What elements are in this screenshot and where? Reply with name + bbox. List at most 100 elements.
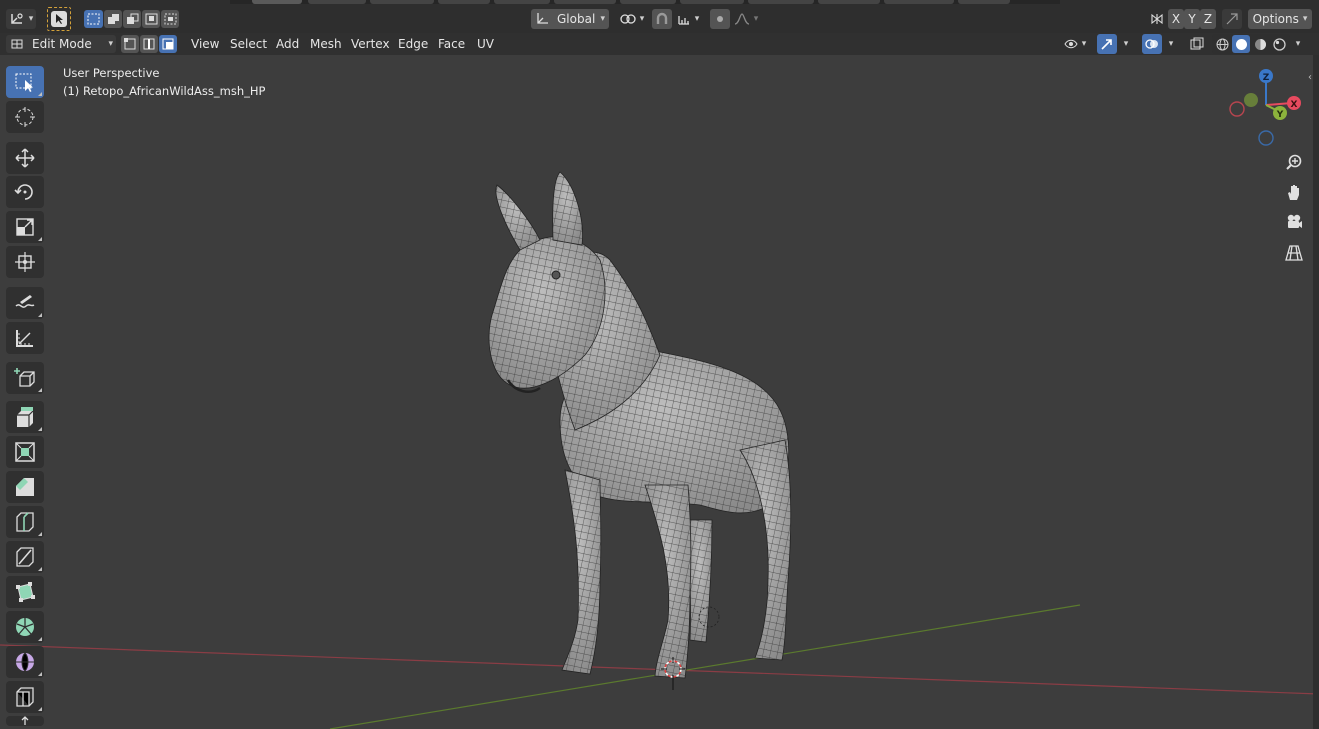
workspace-tab[interactable]	[438, 0, 490, 4]
transform-orientation-dropdown[interactable]: Global ▾	[531, 9, 609, 29]
edge-select-mode-button[interactable]	[140, 35, 158, 53]
select-intersect-icon	[164, 13, 176, 25]
material-shading-button[interactable]	[1251, 35, 1269, 53]
mirror-y-button[interactable]: Y	[1184, 9, 1200, 29]
snap-target-dropdown[interactable]: ▾	[673, 9, 703, 29]
overlays-dropdown[interactable]: ▾	[1163, 34, 1179, 54]
transform-orientation-label: Global	[557, 12, 596, 26]
mesh-object[interactable]	[488, 171, 792, 679]
loop-cut-tool[interactable]	[6, 506, 44, 538]
editor-type-button[interactable]: ▾	[6, 9, 36, 29]
crosshair-cursor-icon	[15, 107, 35, 127]
pivot-point-dropdown[interactable]: ▾	[617, 9, 647, 29]
move-arrows-icon	[15, 148, 35, 168]
bevel-tool[interactable]	[6, 471, 44, 503]
navigation-gizmo[interactable]: Z X Y	[1225, 65, 1305, 150]
zoom-button[interactable]	[1282, 150, 1306, 174]
vertex-select-mode-button[interactable]	[121, 35, 139, 53]
workspace-tab[interactable]	[818, 0, 880, 4]
menu-face[interactable]: Face	[434, 35, 469, 53]
chevron-left-icon[interactable]: ‹	[1308, 72, 1312, 83]
overlays-toggle[interactable]	[1142, 34, 1162, 54]
xray-toggle[interactable]	[1187, 34, 1207, 54]
menu-select[interactable]: Select	[226, 35, 271, 53]
measure-tool[interactable]	[6, 322, 44, 354]
select-invert-button[interactable]	[142, 10, 160, 28]
scale-tool[interactable]	[6, 211, 44, 243]
proportional-editing-toggle[interactable]	[710, 9, 730, 29]
active-object-label: (1) Retopo_AfricanWildAss_msh_HP	[63, 84, 266, 98]
menu-add[interactable]: Add	[272, 35, 303, 53]
transform-icon	[15, 252, 35, 272]
workspace-tab[interactable]	[620, 0, 676, 4]
transform-tool[interactable]	[6, 246, 44, 278]
workspace-tab[interactable]	[958, 0, 1010, 4]
gizmo-dropdown[interactable]: ▾	[1118, 34, 1134, 54]
move-tool[interactable]	[6, 142, 44, 174]
workspace-tab-active[interactable]	[252, 0, 302, 4]
bevel-icon	[16, 478, 34, 496]
pan-button[interactable]	[1282, 180, 1306, 204]
face-select-mode-button[interactable]	[159, 35, 177, 53]
shading-dropdown[interactable]: ▾	[1291, 34, 1305, 54]
falloff-dropdown[interactable]: ▾	[731, 9, 761, 29]
camera-view-button[interactable]	[1282, 210, 1306, 234]
options-label: Options	[1252, 12, 1299, 26]
smooth-tool[interactable]	[6, 646, 44, 678]
workspace-tab[interactable]	[748, 0, 814, 4]
chevron-down-icon: ▾	[639, 14, 645, 24]
mirror-z-button[interactable]: Z	[1200, 9, 1216, 29]
workspace-tab[interactable]	[370, 0, 434, 4]
rendered-shading-button[interactable]	[1270, 35, 1288, 53]
select-extend-button[interactable]	[104, 10, 122, 28]
3d-viewport[interactable]: User Perspective (1) Retopo_AfricanWildA…	[0, 55, 1319, 729]
menu-view[interactable]: View	[187, 35, 223, 53]
mode-dropdown[interactable]: Edit Mode ▾	[6, 35, 116, 53]
workspace-tab[interactable]	[884, 0, 954, 4]
mode-menu-bar: Edit Mode ▾ View Select Add Mesh Vertex …	[0, 33, 1319, 55]
menu-uv[interactable]: UV	[473, 35, 498, 53]
rotate-icon	[14, 184, 33, 200]
gizmo-toggle[interactable]	[1097, 34, 1117, 54]
cursor-tool[interactable]	[6, 101, 44, 133]
hand-icon	[1288, 185, 1299, 200]
workspace-tab[interactable]	[680, 0, 744, 4]
add-cube-tool[interactable]	[6, 362, 44, 394]
shrink-fatten-tool[interactable]	[6, 716, 44, 726]
poly-build-tool[interactable]	[6, 576, 44, 608]
poly-build-icon	[16, 582, 35, 602]
extrude-tool[interactable]	[6, 401, 44, 433]
select-subtract-button[interactable]	[123, 10, 141, 28]
workspace-tab[interactable]	[494, 0, 550, 4]
menu-edge[interactable]: Edge	[394, 35, 432, 53]
ortho-toggle-button[interactable]	[1282, 241, 1306, 265]
tool-variant-indicator	[38, 567, 42, 571]
eye-icon	[1064, 39, 1078, 49]
workspace-tab[interactable]	[554, 0, 616, 4]
mirror-toggle[interactable]	[1147, 9, 1167, 29]
edge-slide-tool[interactable]	[6, 681, 44, 713]
menu-vertex[interactable]: Vertex	[347, 35, 394, 53]
wireframe-shading-button[interactable]	[1213, 35, 1231, 53]
select-box-tool[interactable]	[6, 66, 44, 98]
workspace-tab[interactable]	[308, 0, 366, 4]
menu-mesh[interactable]: Mesh	[306, 35, 346, 53]
overlays-icon	[1145, 39, 1158, 49]
tool-variant-indicator	[38, 388, 42, 392]
inset-faces-tool[interactable]	[6, 436, 44, 468]
annotate-tool[interactable]	[6, 287, 44, 319]
options-dropdown[interactable]: Options ▾	[1248, 9, 1312, 29]
visibility-dropdown[interactable]: ▾	[1060, 34, 1090, 54]
view-name-label: User Perspective	[63, 66, 160, 80]
select-intersect-button[interactable]	[161, 10, 179, 28]
active-tool-indicator[interactable]	[47, 7, 71, 31]
rotate-tool[interactable]	[6, 176, 44, 208]
mirror-x-button[interactable]: X	[1168, 9, 1184, 29]
knife-tool[interactable]	[6, 541, 44, 573]
spin-tool[interactable]	[6, 611, 44, 643]
solid-shading-button[interactable]	[1232, 35, 1250, 53]
sidebar-edge[interactable]	[1313, 55, 1319, 729]
snap-toggle[interactable]	[652, 9, 672, 29]
auto-merge-button[interactable]	[1222, 9, 1242, 29]
select-new-button[interactable]	[84, 10, 103, 28]
